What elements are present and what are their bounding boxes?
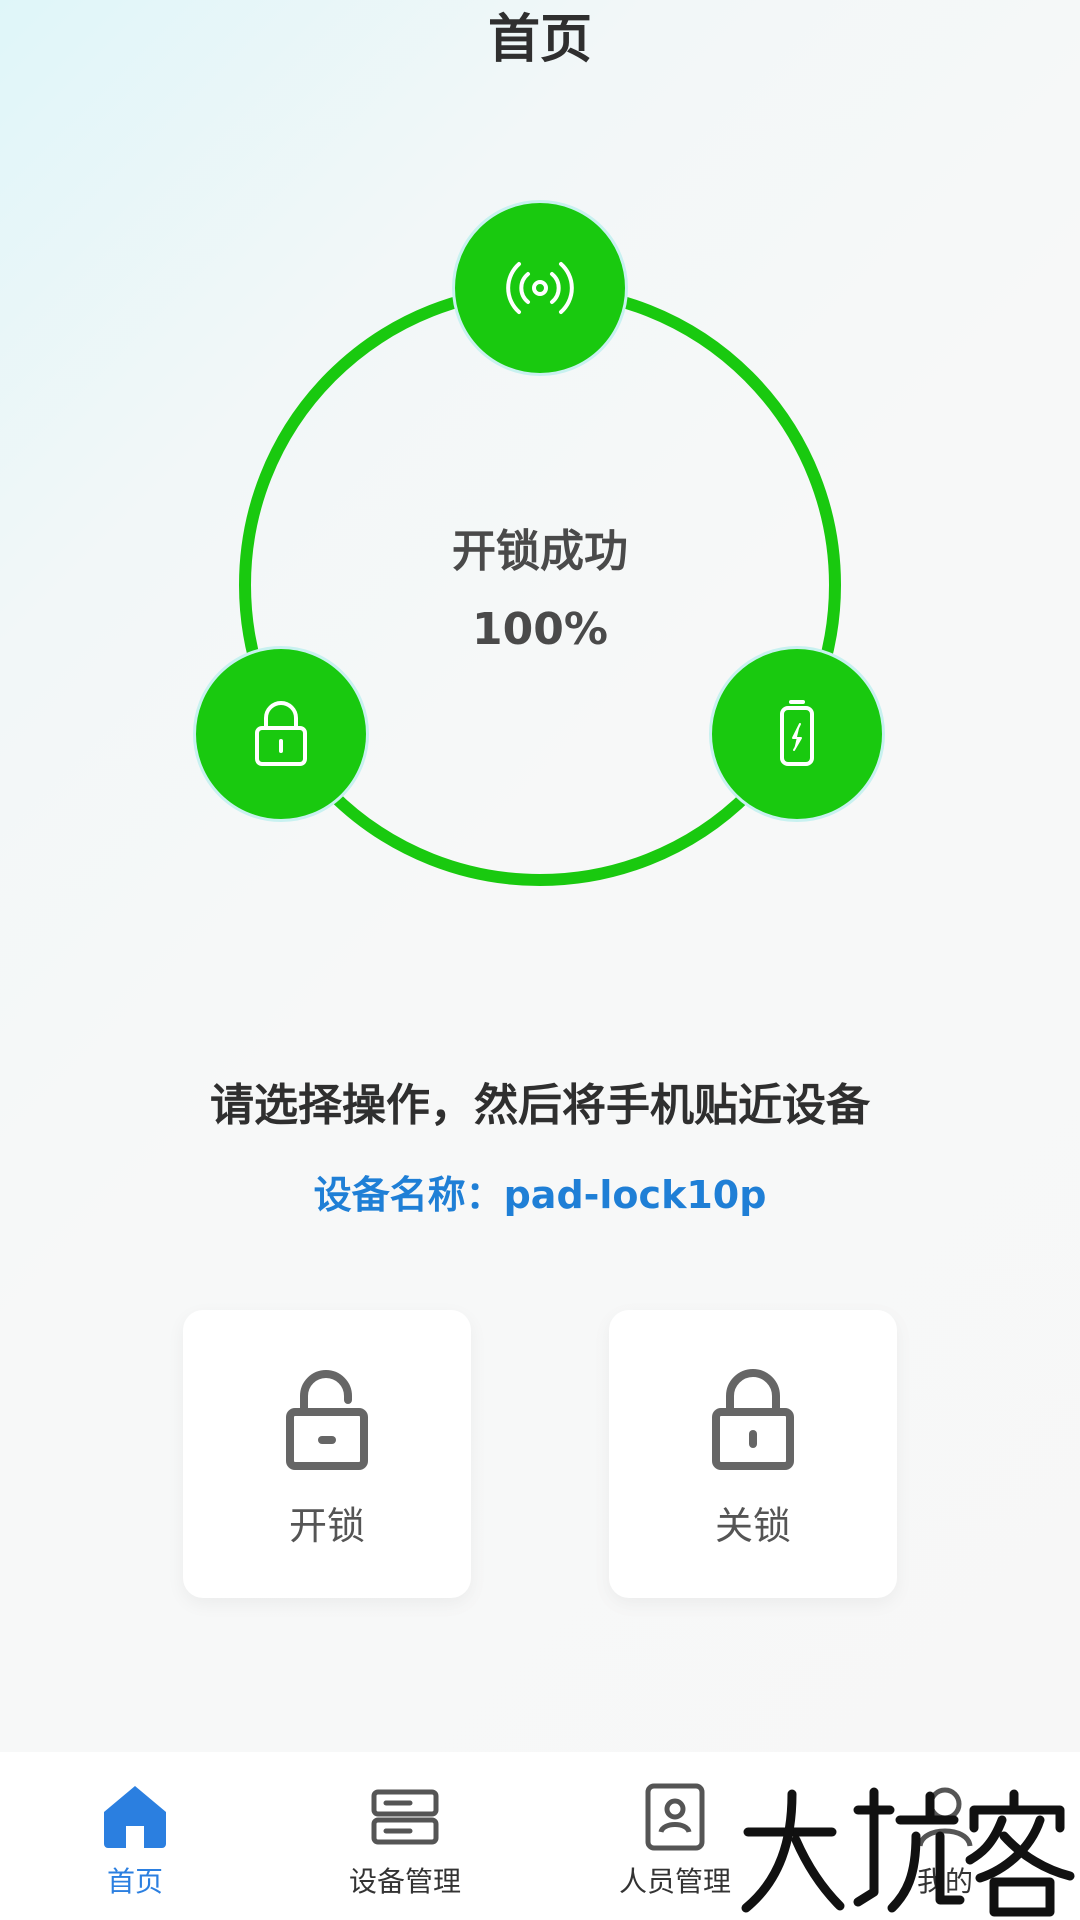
unlock-button[interactable]: 开锁	[183, 1310, 471, 1598]
tab-home[interactable]: 首页	[0, 1752, 270, 1920]
lock-icon	[255, 701, 307, 766]
lock-node	[193, 646, 369, 822]
tab-bar: 首页 设备管理 人员管理 我的	[0, 1752, 1080, 1920]
tab-device-label: 设备管理	[348, 1865, 461, 1898]
user-icon	[917, 1787, 973, 1847]
locked-padlock-icon	[712, 1369, 794, 1470]
signal-icon	[506, 262, 574, 314]
instruction-text: 请选择操作，然后将手机贴近设备	[210, 1080, 870, 1131]
tab-personnel-management[interactable]: 人员管理	[540, 1752, 810, 1920]
lock-button[interactable]: 关锁	[609, 1310, 897, 1598]
tab-mine-label: 我的	[916, 1865, 973, 1898]
unlocked-padlock-icon	[286, 1370, 368, 1470]
device-name: 设备名称：pad-lock10p	[0, 1165, 1080, 1225]
tab-mine[interactable]: 我的	[810, 1752, 1080, 1920]
device-name-value: pad-lock10p	[503, 1173, 767, 1217]
battery-node	[709, 646, 885, 822]
signal-node	[452, 200, 628, 376]
status-ring	[239, 284, 841, 886]
unlock-label: 开锁	[288, 1504, 365, 1548]
lock-label: 关锁	[714, 1504, 791, 1548]
status-text: 开锁成功	[452, 526, 628, 577]
person-card-icon	[645, 1783, 705, 1851]
tab-people-label: 人员管理	[618, 1865, 731, 1898]
tab-home-label: 首页	[106, 1865, 163, 1898]
device-name-label: 设备名称：	[313, 1173, 504, 1217]
home-icon	[104, 1786, 166, 1848]
device-icon	[371, 1789, 439, 1845]
battery-icon	[780, 700, 814, 766]
status-percent: 100%	[472, 604, 608, 655]
tab-device-management[interactable]: 设备管理	[270, 1752, 540, 1920]
